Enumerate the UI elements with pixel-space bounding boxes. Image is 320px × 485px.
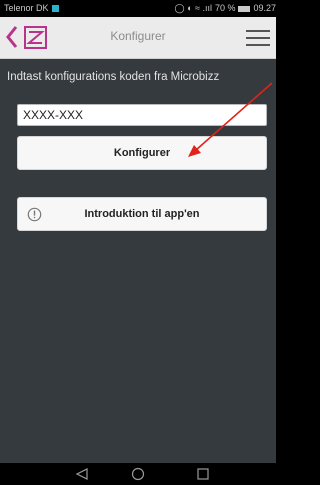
carrier-indicator-icon (51, 5, 59, 13)
configure-button[interactable]: Konfigurer (17, 136, 267, 170)
info-circle-icon (27, 207, 42, 222)
configure-button-label: Konfigurer (113, 147, 171, 159)
square-recent-icon[interactable] (197, 468, 209, 480)
config-code-input[interactable] (17, 104, 267, 126)
notification-icons: ◯ ◐ ≈ .ııl (174, 3, 212, 13)
circle-home-icon[interactable] (131, 467, 145, 481)
intro-button[interactable]: Introduktion til app'en (17, 197, 267, 231)
carrier-label: Telenor DK (4, 3, 49, 13)
triangle-back-icon[interactable] (75, 468, 89, 480)
intro-button-label: Introduktion til app'en (84, 208, 200, 220)
battery-percent: 70 % (214, 3, 236, 13)
battery-icon (238, 5, 251, 12)
clock: 09.27 (253, 3, 276, 13)
system-nav-bar (0, 463, 276, 485)
app-header: Konfigurer (0, 17, 276, 59)
status-bar: Telenor DK ◯ ◐ ≈ .ııl 70 % 09.27 (0, 0, 276, 17)
config-prompt-label: Indtast konfigurations koden fra Microbi… (7, 71, 220, 83)
hamburger-menu-icon[interactable] (246, 28, 270, 48)
app-screen: Telenor DK ◯ ◐ ≈ .ııl 70 % 09.27 Konfigure… (0, 0, 276, 485)
carrier-info: Telenor DK (4, 0, 59, 17)
page-title: Konfigurer (110, 29, 166, 43)
status-icons: ◯ ◐ ≈ .ııl 70 % 09.27 (172, 0, 277, 17)
